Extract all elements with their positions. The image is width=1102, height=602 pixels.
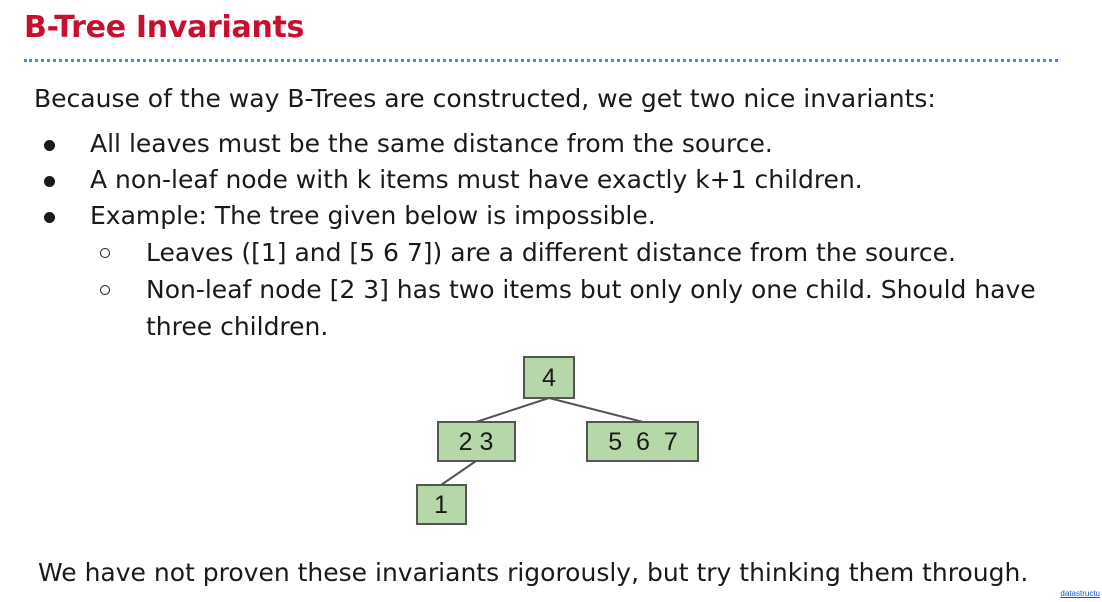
tree-node-left: 2 3 (437, 421, 516, 462)
tree-node-root: 4 (523, 356, 575, 399)
edge-root-right (548, 397, 644, 423)
conclusion-text: We have not proven these invariants rigo… (38, 558, 1029, 587)
edge-left-leaf (440, 460, 477, 486)
node-label: 4 (542, 364, 556, 392)
edge-root-left (475, 397, 550, 423)
node-label: 2 3 (459, 428, 494, 456)
node-label: 5 6 7 (608, 428, 678, 456)
tree-node-right: 5 6 7 (586, 421, 699, 462)
btree-diagram: 4 2 3 5 6 7 1 (416, 356, 699, 525)
tree-node-leaf: 1 (416, 484, 467, 525)
node-label: 1 (434, 491, 448, 519)
footer-link[interactable]: datastructu (1060, 589, 1100, 598)
